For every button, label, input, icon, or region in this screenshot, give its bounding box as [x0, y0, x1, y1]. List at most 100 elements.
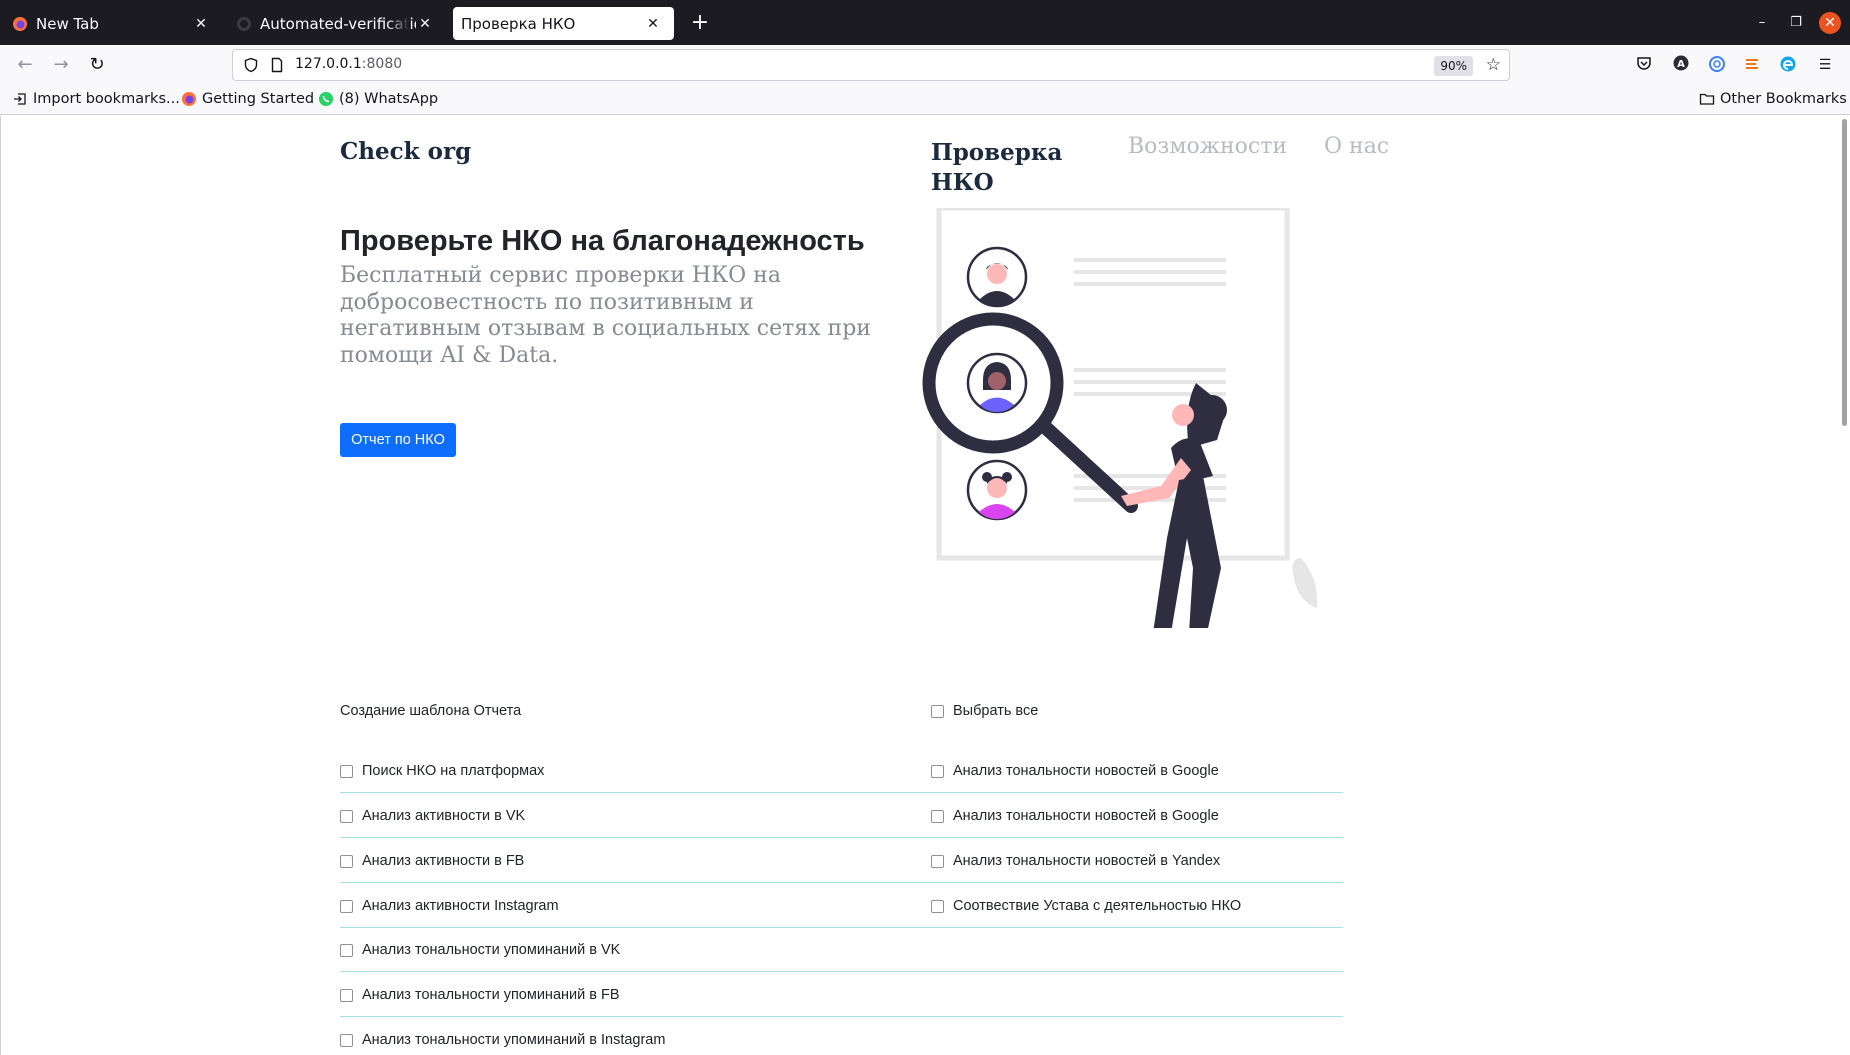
option-label: Поиск НКО на платформах	[362, 763, 545, 779]
option-label: Анализ активности в VK	[362, 808, 526, 824]
reload-icon[interactable]: ↻	[82, 51, 112, 79]
hero-subtitle: Бесплатный сервис проверки НКО на доброс…	[340, 263, 871, 368]
close-tab-icon[interactable]: ✕	[416, 16, 434, 32]
minimize-icon[interactable]: –	[1751, 12, 1773, 34]
bookmark-whatsapp[interactable]: (8) WhatsApp	[318, 91, 438, 107]
checkbox-box[interactable]	[340, 809, 353, 823]
window-close-icon[interactable]: ✕	[1819, 12, 1841, 34]
zoom-level-badge[interactable]: 90%	[1434, 56, 1473, 76]
option-checkbox-left[interactable]: Анализ активности в FB	[340, 853, 524, 869]
option-checkbox-left[interactable]: Анализ активности Instagram	[340, 898, 559, 914]
bookmark-label: (8) WhatsApp	[339, 91, 439, 107]
select-all-checkbox[interactable]: Выбрать все	[931, 703, 1038, 719]
address-bar[interactable]: 127.0.0.1:8080 90% ☆	[232, 49, 1510, 81]
option-label: Анализ тональности упоминаний в VK	[362, 942, 621, 958]
checkbox-box[interactable]	[340, 943, 353, 957]
report-option-row: Анализ тональности упоминаний в VK	[340, 928, 1343, 972]
bookmark-import[interactable]: Import bookmarks...	[12, 91, 180, 107]
report-option-row: Анализ активности в FB Анализ тональност…	[340, 839, 1343, 883]
close-tab-icon[interactable]: ✕	[644, 16, 662, 32]
checkbox-box[interactable]	[931, 764, 944, 778]
other-bookmarks[interactable]: Other Bookmarks	[1699, 91, 1847, 107]
folder-icon	[1699, 93, 1715, 105]
back-arrow-icon[interactable]: ←	[10, 51, 40, 79]
edge-icon[interactable]	[1778, 55, 1798, 75]
nav-item-features[interactable]: Возможности	[1128, 134, 1287, 159]
nav-item-proverka[interactable]: Проверка НКО	[931, 138, 1091, 198]
firefox-icon	[13, 16, 27, 31]
tab-github[interactable]: Automated-verification-o ✕	[224, 7, 446, 40]
url-text[interactable]: 127.0.0.1:8080	[295, 56, 402, 72]
tab-title: New Tab	[36, 14, 99, 33]
option-checkbox-left[interactable]: Анализ активности в VK	[340, 808, 525, 824]
select-all-label: Выбрать все	[953, 703, 1039, 719]
menu-hamburger-icon[interactable]: ☰	[1815, 55, 1835, 75]
report-option-row: Анализ активности в VK Анализ тональност…	[340, 794, 1343, 838]
checkbox-box[interactable]	[931, 854, 944, 868]
import-icon	[14, 93, 26, 105]
firefox-icon	[182, 92, 196, 106]
shield-icon[interactable]	[243, 57, 259, 73]
option-checkbox-left[interactable]: Поиск НКО на платформах	[340, 763, 544, 779]
url-host: 127.0.0.1	[295, 56, 362, 72]
option-checkbox-left[interactable]: Анализ тональности упоминаний в VK	[340, 942, 620, 958]
bookmark-label: Import bookmarks...	[33, 91, 180, 107]
tab-proverka-nko[interactable]: Проверка НКО ✕	[453, 7, 674, 40]
nav-item-about[interactable]: О нас	[1324, 134, 1389, 159]
avatar-woman	[966, 352, 1028, 414]
option-label: Анализ активности в FB	[362, 853, 525, 869]
tab-new-tab[interactable]: New Tab ✕	[0, 7, 222, 40]
report-option-row: Поиск НКО на платформах Анализ тональнос…	[340, 749, 1343, 793]
report-template-label: Создание шаблона Отчета	[340, 703, 522, 719]
option-label: Анализ тональности упоминаний в FB	[362, 987, 620, 1003]
tab-title-fade	[386, 7, 410, 40]
option-label: Соотвествие Устава с деятельностью НКО	[953, 898, 1242, 914]
checkbox-box[interactable]	[340, 854, 353, 868]
account-icon[interactable]: A	[1671, 55, 1691, 75]
page-icon[interactable]	[269, 57, 285, 73]
close-tab-icon[interactable]: ✕	[192, 16, 210, 32]
github-icon	[237, 16, 251, 31]
option-checkbox-left[interactable]: Анализ тональности упоминаний в Instagra…	[340, 1032, 665, 1048]
restore-icon[interactable]: ❐	[1785, 12, 1807, 34]
whatsapp-icon	[319, 92, 333, 106]
bookmark-label: Getting Started	[202, 91, 315, 107]
report-option-row: Анализ тональности упоминаний в FB	[340, 973, 1343, 1017]
option-checkbox-left[interactable]: Анализ тональности упоминаний в FB	[340, 987, 620, 1003]
checkbox-box[interactable]	[931, 899, 944, 913]
checkbox-box[interactable]	[340, 899, 353, 913]
search-profiles-illustration	[922, 208, 1318, 628]
bookmark-getting-started[interactable]: Getting Started	[181, 91, 314, 107]
forward-arrow-icon[interactable]: →	[46, 51, 76, 79]
site-brand[interactable]: Check org	[340, 138, 471, 165]
option-label: Анализ активности Instagram	[362, 898, 559, 914]
page-viewport: Check org Проверка НКО Возможности О нас…	[0, 116, 1850, 1055]
avatar-male	[966, 246, 1028, 308]
page-scrollbar-thumb[interactable]	[1842, 119, 1847, 426]
option-checkbox-right[interactable]: Соотвествие Устава с деятельностью НКО	[931, 898, 1241, 914]
extension-ring-icon[interactable]	[1707, 55, 1727, 75]
checkbox-box[interactable]	[340, 764, 353, 778]
option-label: Анализ тональности новостей в Google	[953, 808, 1219, 824]
pocket-icon[interactable]	[1634, 55, 1654, 75]
report-option-row: Анализ тональности упоминаний в Instagra…	[340, 1018, 1343, 1055]
bookmark-star-icon[interactable]: ☆	[1486, 55, 1501, 75]
other-bookmarks-label: Other Bookmarks	[1720, 91, 1847, 107]
checkbox-box[interactable]	[340, 1033, 353, 1047]
option-label: Анализ тональности новостей в Yandex	[953, 853, 1221, 869]
report-option-row: Анализ активности Instagram Соотвествие …	[340, 884, 1343, 928]
option-checkbox-right[interactable]: Анализ тональности новостей в Google	[931, 808, 1219, 824]
checkbox-box[interactable]	[340, 988, 353, 1002]
report-button[interactable]: Отчет по НКО	[340, 423, 456, 457]
svg-text:A: A	[1677, 59, 1685, 70]
option-checkbox-right[interactable]: Анализ тональности новостей в Yandex	[931, 853, 1220, 869]
plant-leaf	[1292, 558, 1318, 608]
option-checkbox-right[interactable]: Анализ тональности новостей в Google	[931, 763, 1219, 779]
checkbox-box[interactable]	[931, 704, 944, 718]
url-port: :8080	[361, 56, 403, 72]
extension-lines-icon[interactable]	[1742, 55, 1762, 75]
avatar-girl	[966, 459, 1028, 521]
hero-title: Проверьте НКО на благонадежность	[340, 225, 865, 257]
new-tab-button[interactable]: +	[686, 10, 714, 38]
checkbox-box[interactable]	[931, 809, 944, 823]
